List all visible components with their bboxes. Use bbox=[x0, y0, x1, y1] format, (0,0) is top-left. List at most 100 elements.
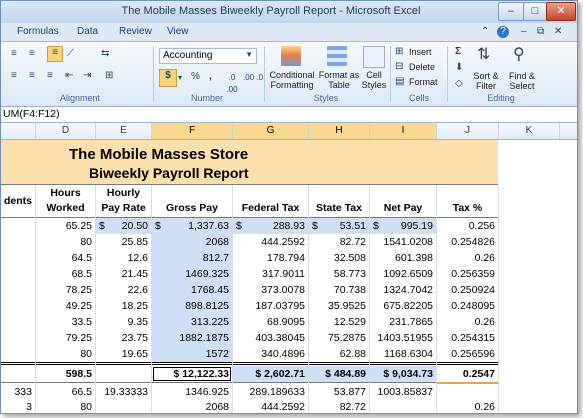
table-cell[interactable]: 1572 bbox=[152, 346, 232, 362]
table-cell[interactable]: 403.38045 bbox=[233, 330, 308, 346]
header-cell[interactable]: Gross Pay bbox=[152, 200, 232, 216]
table-cell[interactable]: 12.529 bbox=[309, 314, 369, 330]
table-cell[interactable]: 23.75 bbox=[96, 330, 151, 346]
table-cell[interactable]: 0.248095 bbox=[437, 298, 498, 314]
table-cell[interactable]: 0.256 bbox=[437, 218, 498, 234]
tab-data[interactable]: Data bbox=[77, 26, 98, 37]
table-cell[interactable]: 9.35 bbox=[96, 314, 151, 330]
accounting-dropdown-icon[interactable]: ▾ bbox=[178, 72, 182, 84]
doc-restore-icon[interactable]: ⧉ bbox=[537, 26, 544, 38]
table-cell[interactable]: 58.773 bbox=[309, 266, 369, 282]
doc-minimize-icon[interactable]: – bbox=[521, 26, 527, 38]
table-cell[interactable]: 289.189633 bbox=[233, 384, 308, 400]
header-cell[interactable]: dents bbox=[1, 185, 35, 217]
header-cell[interactable]: Net Pay bbox=[370, 200, 436, 216]
table-cell[interactable]: $53.51 bbox=[309, 218, 369, 234]
orientation-icon[interactable]: ⟋ bbox=[67, 48, 74, 60]
table-cell[interactable]: 0.26 bbox=[437, 399, 498, 413]
formula-content[interactable]: UM(F4:F12) bbox=[3, 108, 60, 120]
table-cell[interactable]: 68.5 bbox=[36, 266, 95, 282]
table-cell[interactable]: 35.9525 bbox=[309, 298, 369, 314]
column-header-e[interactable]: E bbox=[96, 123, 152, 139]
table-cell[interactable]: 80 bbox=[36, 234, 95, 250]
cell-styles-button[interactable]: Cell Styles bbox=[359, 70, 389, 90]
table-cell[interactable]: 675.82205 bbox=[370, 298, 436, 314]
table-cell[interactable]: 898.8125 bbox=[152, 298, 232, 314]
table-cell[interactable]: 78.25 bbox=[36, 282, 95, 298]
table-cell[interactable]: 68.9095 bbox=[233, 314, 308, 330]
table-cell[interactable]: 1541.0208 bbox=[370, 234, 436, 250]
align-left-icon[interactable]: ≡ bbox=[11, 70, 17, 82]
total-tax-percent[interactable]: 0.2547 bbox=[437, 366, 498, 382]
table-cell[interactable]: 444.2592 bbox=[233, 399, 308, 413]
fill-icon[interactable]: ⬇ bbox=[455, 62, 463, 74]
column-header-g[interactable]: G bbox=[233, 123, 309, 139]
total-gross-pay[interactable]: $ 12,122.33 bbox=[152, 366, 232, 382]
column-header-h[interactable]: H bbox=[309, 123, 370, 139]
help-icon[interactable]: ? bbox=[497, 26, 509, 38]
maximize-button[interactable]: □ bbox=[523, 2, 547, 21]
table-cell[interactable]: 1346.925 bbox=[152, 384, 232, 400]
wrap-text-icon[interactable]: ⇆ bbox=[101, 48, 109, 60]
sort-filter-button[interactable]: Sort & Filter bbox=[469, 71, 503, 91]
table-cell[interactable]: 25.85 bbox=[96, 234, 151, 250]
align-top-icon[interactable]: ≡ bbox=[11, 48, 17, 60]
table-cell[interactable]: $1,337.63 bbox=[152, 218, 232, 234]
header-cell[interactable]: Federal Tax bbox=[233, 200, 308, 216]
table-cell[interactable]: 178.794 bbox=[233, 250, 308, 266]
table-cell[interactable]: 1403.51955 bbox=[370, 330, 436, 346]
increase-indent-icon[interactable]: ⇥ bbox=[83, 70, 91, 82]
table-cell[interactable]: 3 bbox=[1, 399, 35, 413]
table-cell[interactable]: $288.93 bbox=[233, 218, 308, 234]
table-cell[interactable]: 79.25 bbox=[36, 330, 95, 346]
align-right-icon[interactable]: ≡ bbox=[47, 70, 53, 82]
format-button[interactable]: Format bbox=[409, 77, 443, 87]
find-select-button[interactable]: Find & Select bbox=[505, 71, 539, 91]
comma-style-button[interactable]: , bbox=[209, 71, 212, 83]
table-cell[interactable]: 340.4896 bbox=[233, 346, 308, 362]
table-cell[interactable]: 0.254826 bbox=[437, 234, 498, 250]
table-cell[interactable]: 373.0078 bbox=[233, 282, 308, 298]
column-header-i[interactable]: I bbox=[370, 123, 437, 139]
table-cell[interactable]: 32.508 bbox=[309, 250, 369, 266]
tab-formulas[interactable]: Formulas bbox=[17, 26, 59, 37]
table-cell[interactable]: 1882.1875 bbox=[152, 330, 232, 346]
header-cell[interactable]: Worked bbox=[36, 200, 95, 216]
table-cell[interactable]: 19.33333 bbox=[96, 384, 151, 400]
table-cell[interactable]: 2068 bbox=[152, 234, 232, 250]
autosum-icon[interactable]: Σ bbox=[455, 46, 461, 58]
table-cell[interactable]: 1168.6304 bbox=[370, 346, 436, 362]
total-net-pay[interactable]: $ 9,034.73 bbox=[370, 366, 436, 382]
table-cell[interactable]: 0.256359 bbox=[437, 266, 498, 282]
header-cell[interactable]: Tax % bbox=[437, 200, 498, 216]
insert-button[interactable]: Insert bbox=[409, 47, 443, 57]
table-cell[interactable]: 49.25 bbox=[36, 298, 95, 314]
table-cell[interactable]: 70.738 bbox=[309, 282, 369, 298]
table-cell[interactable]: 82.72 bbox=[309, 399, 369, 413]
total-federal-tax[interactable]: $ 2,602.71 bbox=[233, 366, 308, 382]
table-cell[interactable]: 1768.45 bbox=[152, 282, 232, 298]
table-cell[interactable]: 0.250924 bbox=[437, 282, 498, 298]
table-cell[interactable]: 187.03795 bbox=[233, 298, 308, 314]
table-cell[interactable]: 64.5 bbox=[36, 250, 95, 266]
table-cell[interactable]: 22.6 bbox=[96, 282, 151, 298]
header-cell[interactable]: Pay Rate bbox=[96, 200, 151, 216]
minimize-button[interactable]: – bbox=[498, 2, 524, 21]
table-cell[interactable]: 75.2875 bbox=[309, 330, 369, 346]
table-cell[interactable]: 812.7 bbox=[152, 250, 232, 266]
table-cell[interactable]: 80 bbox=[36, 399, 95, 413]
decrease-indent-icon[interactable]: ⇤ bbox=[65, 70, 73, 82]
accounting-format-button[interactable]: $ bbox=[159, 69, 177, 87]
merge-center-icon[interactable]: ⊞ bbox=[105, 70, 113, 82]
column-header-k[interactable]: K bbox=[499, 123, 560, 139]
delete-button[interactable]: Delete bbox=[409, 62, 443, 72]
percent-style-button[interactable]: % bbox=[191, 71, 200, 83]
table-cell[interactable]: 62.88 bbox=[309, 346, 369, 362]
worksheet-grid[interactable]: dents Hours Worked Hourly Pay Rate Gross… bbox=[1, 185, 577, 413]
format-as-table-button[interactable]: Format as Table bbox=[317, 70, 361, 90]
total-state-tax[interactable]: $ 484.89 bbox=[309, 366, 369, 382]
table-cell[interactable]: 601.398 bbox=[370, 250, 436, 266]
table-cell[interactable]: 65.25 bbox=[36, 218, 95, 234]
table-cell[interactable]: 1092.6509 bbox=[370, 266, 436, 282]
table-cell[interactable]: 82.72 bbox=[309, 234, 369, 250]
